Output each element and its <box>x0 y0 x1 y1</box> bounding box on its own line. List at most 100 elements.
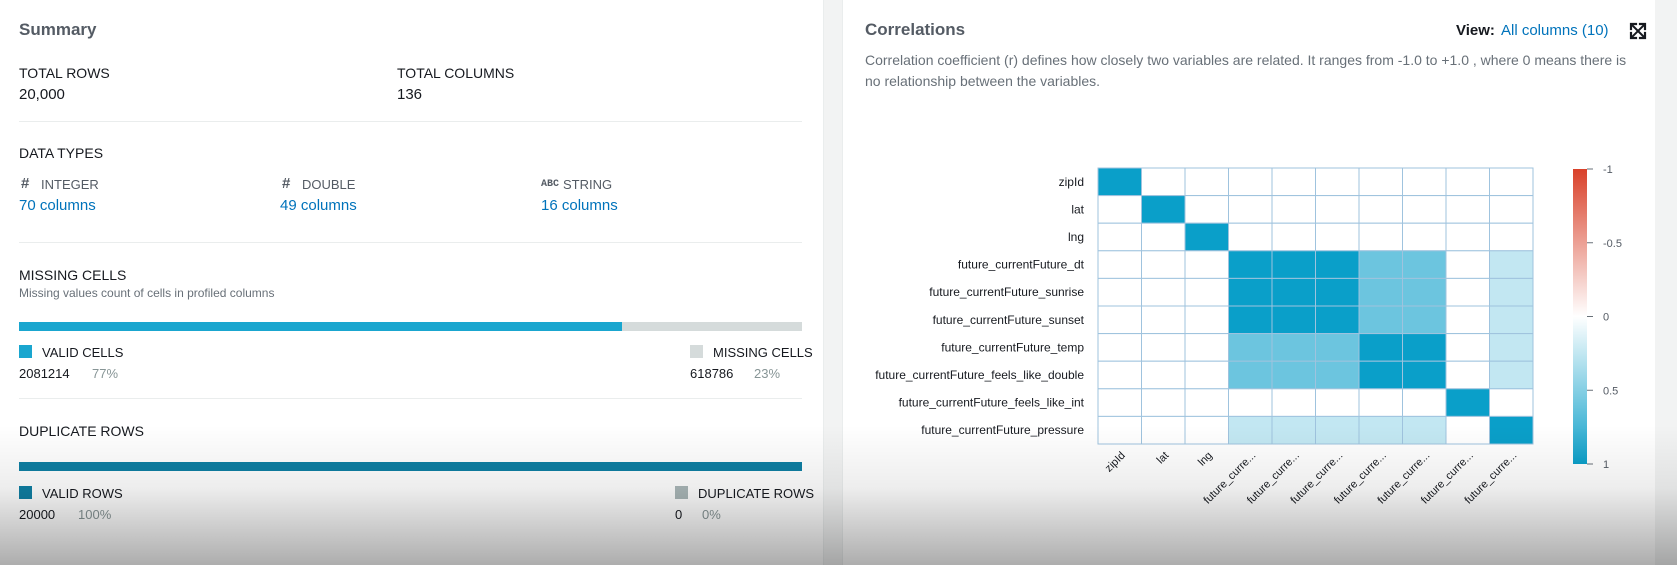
heatmap-cell[interactable] <box>1271 415 1316 445</box>
heatmap-cell[interactable] <box>1184 167 1229 197</box>
heatmap-cell[interactable] <box>1271 250 1316 279</box>
heatmap-cell[interactable] <box>1141 222 1186 252</box>
double-columns-link[interactable]: 49 columns <box>280 197 357 214</box>
heatmap-cell[interactable] <box>1097 277 1142 307</box>
heatmap-cell[interactable] <box>1315 167 1360 197</box>
heatmap-cell[interactable] <box>1358 195 1403 224</box>
heatmap-cell[interactable] <box>1358 388 1403 417</box>
heatmap-cell[interactable] <box>1228 250 1273 279</box>
heatmap-cell[interactable] <box>1141 388 1186 417</box>
heatmap-cell[interactable] <box>1271 222 1316 252</box>
heatmap-cell[interactable] <box>1358 333 1403 362</box>
heatmap-cell[interactable] <box>1184 333 1229 362</box>
heatmap-cell[interactable] <box>1097 305 1142 335</box>
heatmap-cell[interactable] <box>1271 167 1316 197</box>
heatmap-cell[interactable] <box>1489 333 1534 362</box>
heatmap-cell[interactable] <box>1489 305 1534 335</box>
heatmap-cell[interactable] <box>1184 222 1229 252</box>
heatmap-cell[interactable] <box>1402 250 1447 279</box>
heatmap-cell[interactable] <box>1184 415 1229 445</box>
heatmap-cell[interactable] <box>1402 195 1447 224</box>
integer-columns-link[interactable]: 70 columns <box>19 197 96 214</box>
heatmap-cell[interactable] <box>1445 388 1490 417</box>
heatmap-cell[interactable] <box>1141 333 1186 362</box>
heatmap-cell[interactable] <box>1228 277 1273 307</box>
view-columns-dropdown[interactable]: All columns (10) <box>1501 22 1609 39</box>
heatmap-cell[interactable] <box>1489 360 1534 390</box>
heatmap-cell[interactable] <box>1141 277 1186 307</box>
heatmap-cell[interactable] <box>1445 222 1490 252</box>
heatmap-cell[interactable] <box>1315 388 1360 417</box>
heatmap-cell[interactable] <box>1271 388 1316 417</box>
heatmap-cell[interactable] <box>1402 360 1447 390</box>
heatmap-cell[interactable] <box>1271 333 1316 362</box>
heatmap-cell[interactable] <box>1445 333 1490 362</box>
heatmap-cell[interactable] <box>1358 277 1403 307</box>
heatmap-cell[interactable] <box>1228 167 1273 197</box>
heatmap-cell[interactable] <box>1315 333 1360 362</box>
heatmap-cell[interactable] <box>1489 415 1534 445</box>
heatmap-cell[interactable] <box>1184 250 1229 279</box>
heatmap-cell[interactable] <box>1228 305 1273 335</box>
heatmap-cell[interactable] <box>1097 333 1142 362</box>
heatmap-cell[interactable] <box>1489 277 1534 307</box>
heatmap-cell[interactable] <box>1402 333 1447 362</box>
heatmap-cell[interactable] <box>1315 250 1360 279</box>
heatmap-cell[interactable] <box>1315 195 1360 224</box>
heatmap-cell[interactable] <box>1097 250 1142 279</box>
heatmap-cell[interactable] <box>1358 167 1403 197</box>
heatmap-cell[interactable] <box>1228 222 1273 252</box>
heatmap-cell[interactable] <box>1141 195 1186 224</box>
heatmap-cell[interactable] <box>1358 222 1403 252</box>
heatmap-cell[interactable] <box>1228 360 1273 390</box>
heatmap-cell[interactable] <box>1141 167 1186 197</box>
heatmap-cell[interactable] <box>1184 305 1229 335</box>
heatmap-cell[interactable] <box>1315 415 1360 445</box>
heatmap-cell[interactable] <box>1489 195 1534 224</box>
heatmap-cell[interactable] <box>1402 167 1447 197</box>
heatmap-cell[interactable] <box>1097 222 1142 252</box>
heatmap-cell[interactable] <box>1271 277 1316 307</box>
heatmap-cell[interactable] <box>1141 250 1186 279</box>
heatmap-cell[interactable] <box>1445 305 1490 335</box>
heatmap-cell[interactable] <box>1445 167 1490 197</box>
heatmap-cell[interactable] <box>1489 388 1534 417</box>
heatmap-cell[interactable] <box>1228 333 1273 362</box>
heatmap-cell[interactable] <box>1097 388 1142 417</box>
heatmap-cell[interactable] <box>1315 360 1360 390</box>
heatmap-cell[interactable] <box>1489 167 1534 197</box>
heatmap-cell[interactable] <box>1271 305 1316 335</box>
heatmap-cell[interactable] <box>1228 415 1273 445</box>
heatmap-cell[interactable] <box>1445 360 1490 390</box>
heatmap-cell[interactable] <box>1402 277 1447 307</box>
expand-icon[interactable] <box>1629 22 1647 40</box>
heatmap-cell[interactable] <box>1358 415 1403 445</box>
heatmap-cell[interactable] <box>1228 388 1273 417</box>
heatmap-cell[interactable] <box>1445 195 1490 224</box>
heatmap-cell[interactable] <box>1271 360 1316 390</box>
heatmap-cell[interactable] <box>1141 360 1186 390</box>
heatmap-cell[interactable] <box>1445 277 1490 307</box>
heatmap-cell[interactable] <box>1184 277 1229 307</box>
heatmap-cell[interactable] <box>1315 277 1360 307</box>
heatmap-cell[interactable] <box>1315 222 1360 252</box>
heatmap-cell[interactable] <box>1358 360 1403 390</box>
heatmap-cell[interactable] <box>1097 195 1142 224</box>
heatmap-cell[interactable] <box>1141 305 1186 335</box>
heatmap-cell[interactable] <box>1402 388 1447 417</box>
heatmap-cell[interactable] <box>1097 415 1142 445</box>
heatmap-cell[interactable] <box>1184 360 1229 390</box>
heatmap-cell[interactable] <box>1184 195 1229 224</box>
heatmap-cell[interactable] <box>1184 388 1229 417</box>
heatmap-cell[interactable] <box>1358 250 1403 279</box>
heatmap-cell[interactable] <box>1097 167 1142 197</box>
string-columns-link[interactable]: 16 columns <box>541 197 618 214</box>
heatmap-cell[interactable] <box>1402 222 1447 252</box>
heatmap-cell[interactable] <box>1228 195 1273 224</box>
heatmap-cell[interactable] <box>1445 250 1490 279</box>
heatmap-cell[interactable] <box>1097 360 1142 390</box>
heatmap-cell[interactable] <box>1445 415 1490 445</box>
heatmap-cell[interactable] <box>1402 415 1447 445</box>
heatmap-cell[interactable] <box>1358 305 1403 335</box>
heatmap-cell[interactable] <box>1489 222 1534 252</box>
